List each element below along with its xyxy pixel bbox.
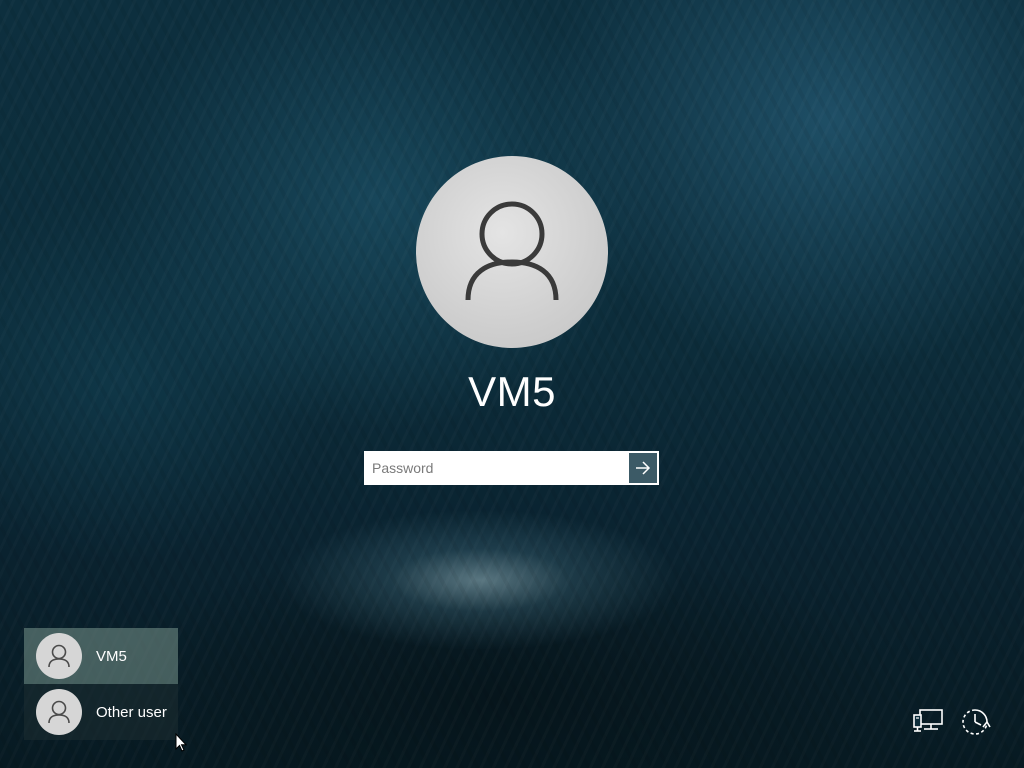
- user-item-label: VM5: [96, 647, 127, 665]
- user-item-vm5[interactable]: VM5: [24, 628, 178, 684]
- ease-of-access-button[interactable]: [958, 707, 992, 737]
- ease-of-access-icon: [962, 709, 991, 735]
- user-item-other-user[interactable]: Other user: [24, 684, 178, 740]
- mini-avatar: [36, 689, 82, 735]
- user-item-label: Other user: [96, 703, 167, 721]
- user-avatar-icon: [48, 700, 70, 724]
- user-switcher-list: VM5 Other user: [24, 628, 178, 740]
- user-avatar-icon: [465, 201, 559, 301]
- account-username: VM5: [468, 368, 556, 415]
- submit-password-button[interactable]: [627, 451, 659, 485]
- network-icon: [913, 709, 943, 732]
- mouse-cursor-icon: [175, 733, 187, 752]
- password-field[interactable]: [364, 451, 627, 485]
- arrow-right-icon: [636, 461, 651, 475]
- mini-avatar: [36, 633, 82, 679]
- password-box: [364, 451, 659, 485]
- network-button[interactable]: [911, 707, 945, 737]
- user-avatar: [416, 156, 608, 348]
- user-avatar-icon: [48, 644, 70, 668]
